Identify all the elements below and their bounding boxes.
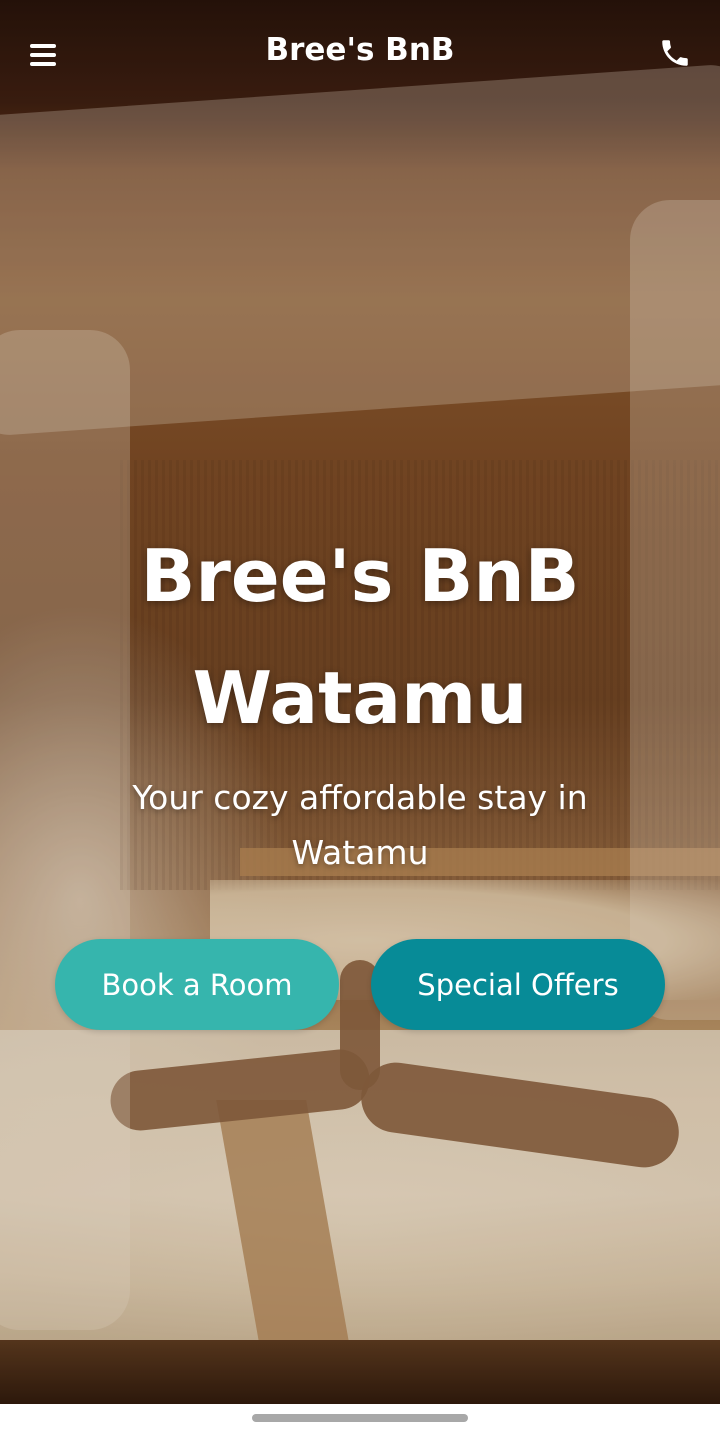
site-title[interactable]: Bree's BnB (0, 32, 720, 68)
hero-subtitle: Your cozy affordable stay in Watamu (60, 770, 660, 880)
hero-title-line-1: Bree's BnB (140, 534, 580, 618)
system-navigation-bar (0, 1404, 720, 1432)
top-header: Bree's BnB (0, 0, 720, 110)
phone-icon[interactable] (658, 36, 692, 70)
hero-subtitle-line-1: Your cozy affordable stay in (132, 778, 588, 817)
special-offers-button[interactable]: Special Offers (371, 939, 665, 1030)
book-a-room-button[interactable]: Book a Room (55, 939, 339, 1030)
home-indicator[interactable] (252, 1414, 468, 1422)
phone-glyph (662, 40, 688, 66)
hero-title: Bree's BnB Watamu (40, 515, 680, 759)
hero-title-line-2: Watamu (192, 656, 528, 740)
app-screen: Bree's BnB Bree's BnB Watamu Your cozy a… (0, 0, 720, 1432)
hero-subtitle-line-2: Watamu (291, 833, 429, 872)
